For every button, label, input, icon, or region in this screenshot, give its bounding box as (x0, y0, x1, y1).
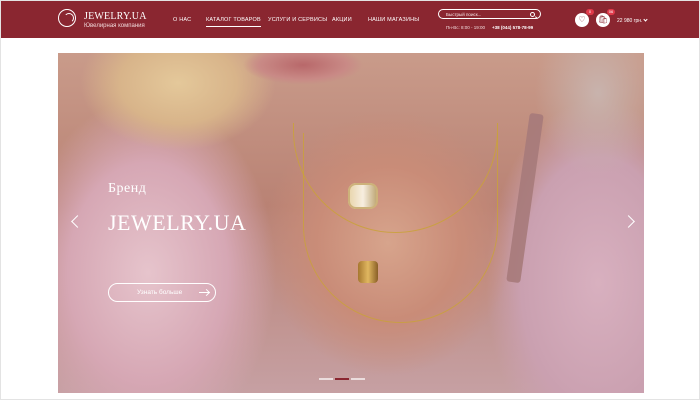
site-header: JEWELRY.UA Ювелирная компания О НАС КАТА… (1, 1, 699, 38)
nav-item-about[interactable]: О НАС (173, 17, 191, 23)
pendant-diamond (348, 183, 378, 209)
hero-bag-strap (506, 112, 544, 284)
hero-slider: Бренд JEWELRY.UA Узнать больше (58, 53, 644, 393)
arrow-left-icon[interactable] (71, 215, 84, 228)
cart-badge: 06 (607, 9, 615, 15)
bag-icon: 🛍︎ (597, 15, 609, 24)
brand-name[interactable]: JEWELRY.UA (84, 11, 147, 22)
hero-subtitle: Бренд (108, 181, 147, 196)
cart-button[interactable]: 🛍︎ 06 (596, 9, 615, 27)
slider-pagination (319, 378, 365, 380)
necklace-chain-long (303, 133, 498, 323)
search-icon[interactable] (530, 11, 535, 17)
page: JEWELRY.UA Ювелирная компания О НАС КАТА… (0, 0, 700, 400)
search-placeholder: Быстрый поиск... (446, 11, 482, 17)
nav-item-stores[interactable]: НАШИ МАГАЗИНЫ (368, 17, 419, 23)
chevron-down-icon (643, 17, 649, 22)
nav-item-catalog[interactable]: КАТАЛОГ ТОВАРОВ (206, 17, 261, 27)
nav-item-promotions[interactable]: АКЦИИ (332, 17, 352, 23)
wishlist-button[interactable]: ♡ 0 (575, 9, 594, 27)
logo-icon[interactable] (58, 9, 76, 27)
cart-total-value: 22 980 грн. (617, 18, 643, 24)
hero-title: JEWELRY.UA (108, 210, 247, 235)
brand-tagline: Ювелирная компания (84, 23, 145, 29)
nav-item-services[interactable]: УСЛУГИ И СЕРВИСЫ (268, 17, 327, 23)
slider-dot[interactable] (319, 378, 333, 380)
wishlist-badge: 0 (586, 9, 594, 15)
arrow-right-icon[interactable] (622, 215, 635, 228)
phone-link[interactable]: +38 (044) 578-78-99 (492, 25, 533, 30)
slider-dot-active[interactable] (335, 378, 349, 380)
slider-dot[interactable] (351, 378, 365, 380)
working-hours: Пн-Вс: 8:00 - 19:00 (446, 25, 485, 30)
pendant-gold (358, 261, 378, 283)
learn-more-button[interactable]: Узнать больше (108, 283, 216, 302)
search-input[interactable]: Быстрый поиск... (438, 9, 541, 19)
learn-more-label: Узнать больше (137, 289, 183, 296)
heart-icon: ♡ (578, 15, 586, 24)
cart-total[interactable]: 22 980 грн. (617, 17, 649, 24)
arrow-right-long-icon (199, 292, 209, 293)
